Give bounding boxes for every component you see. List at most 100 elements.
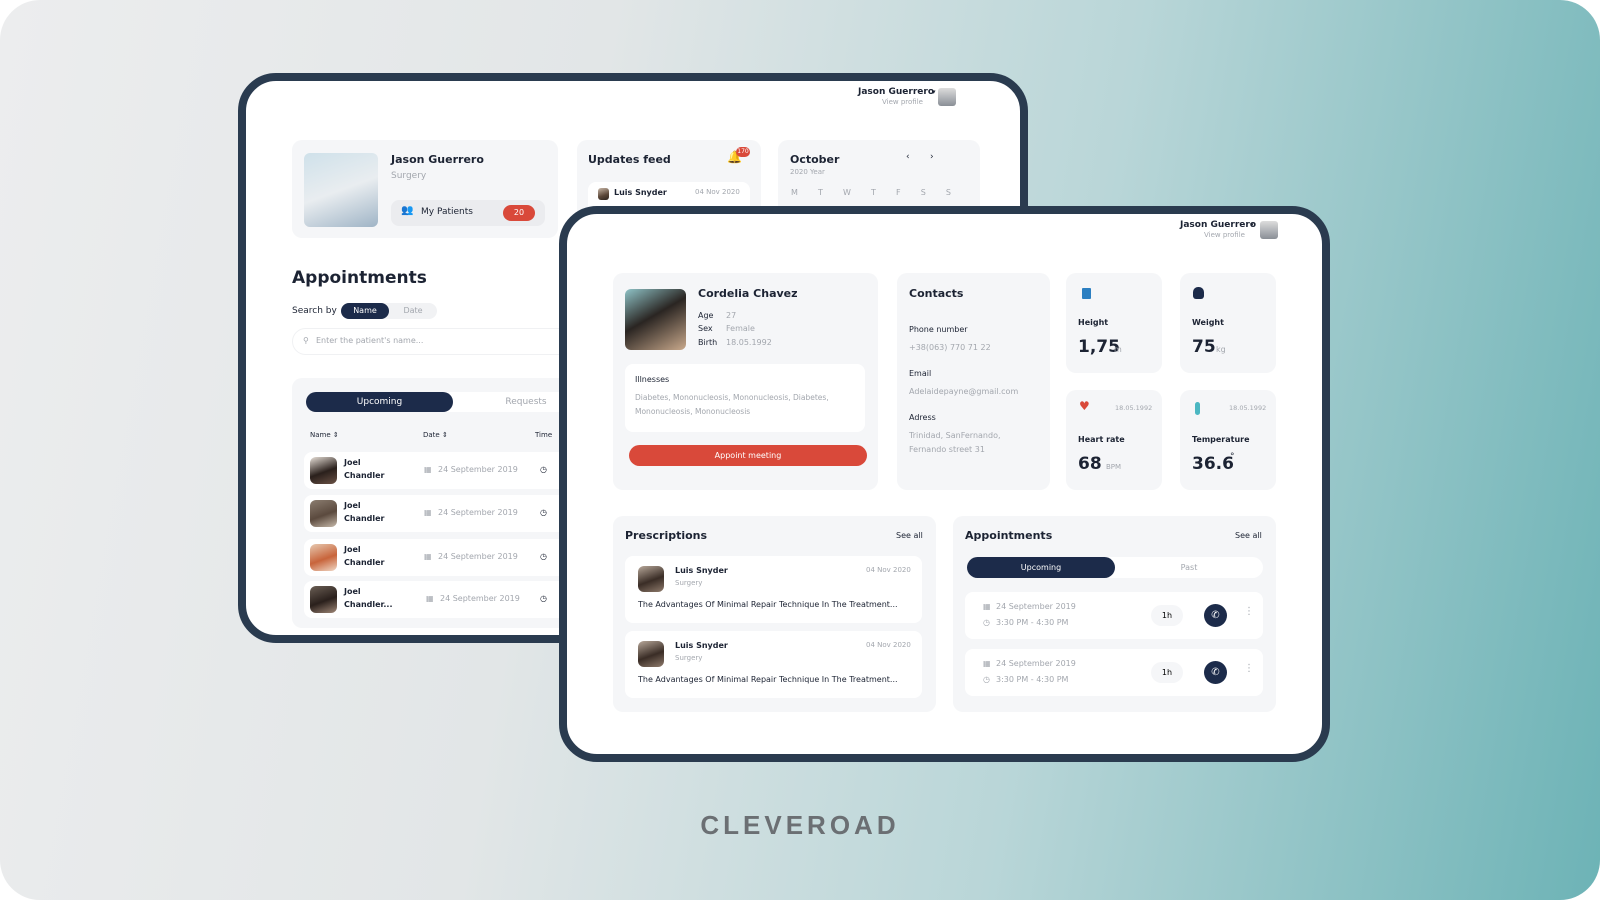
toggle-name[interactable]: Name xyxy=(341,303,389,319)
sex-value: Female xyxy=(726,324,755,333)
my-patients-button[interactable]: 👥 My Patients 20 xyxy=(391,200,545,226)
age-label: Age xyxy=(698,311,714,320)
height-unit: m xyxy=(1114,345,1122,354)
appointments-heading: Appointments xyxy=(292,268,427,288)
thermometer-icon xyxy=(1195,402,1200,415)
appointments-table-panel: Upcoming Requests Name ⇕ Date ⇕ Time Joe… xyxy=(292,378,604,628)
doctor-avatar xyxy=(638,566,664,592)
contacts-card: Contacts Phone number +38(063) 770 71 22… xyxy=(897,273,1050,490)
calendar-icon: ▦ xyxy=(424,552,432,561)
phone-call-button[interactable]: ✆ xyxy=(1204,604,1227,627)
birth-label: Birth xyxy=(698,338,718,347)
heart-icon: ♥ xyxy=(1079,399,1090,413)
user-name[interactable]: Jason Guerrero xyxy=(858,87,934,97)
column-date[interactable]: Date ⇕ xyxy=(423,431,448,439)
clock-icon: ◷ xyxy=(983,675,990,684)
notification-badge: 170 xyxy=(736,147,750,157)
patient-last-name: Chandler xyxy=(344,514,385,523)
weekday: W xyxy=(842,188,851,197)
patient-avatar xyxy=(310,500,337,527)
clock-icon: ◷ xyxy=(540,508,547,517)
phone-value: +38(063) 770 71 22 xyxy=(909,343,991,352)
user-icon: ⚲ xyxy=(303,336,309,345)
patient-avatar xyxy=(310,586,337,613)
my-patients-label: My Patients xyxy=(421,207,473,217)
patient-first-name: Joel xyxy=(344,501,361,510)
tab-upcoming[interactable]: Upcoming xyxy=(967,557,1115,578)
tab-bar: Upcoming Past xyxy=(967,557,1263,578)
cleveroad-logo: CLEVEROAD xyxy=(700,810,900,840)
weight-icon xyxy=(1193,287,1204,299)
view-profile-link[interactable]: View profile xyxy=(1204,231,1245,239)
calendar-icon: ▦ xyxy=(424,465,432,474)
updates-title: Updates feed xyxy=(588,153,671,166)
feed-item-date: 04 Nov 2020 xyxy=(695,188,740,196)
column-name[interactable]: Name ⇕ xyxy=(310,431,339,439)
weight-unit: kg xyxy=(1216,345,1226,354)
temp-label: Temperature xyxy=(1192,435,1250,444)
temp-date: 18.05.1992 xyxy=(1229,404,1267,412)
weight-card: Weight 75 kg xyxy=(1180,273,1276,373)
prescription-item[interactable]: Luis Snyder Surgery 04 Nov 2020 The Adva… xyxy=(625,556,922,623)
phone-call-button[interactable]: ✆ xyxy=(1204,661,1227,684)
see-all-link[interactable]: See all xyxy=(896,531,923,540)
appointment-time: 3:30 PM - 4:30 PM xyxy=(996,618,1069,627)
prescriptions-card: Prescriptions See all Luis Snyder Surger… xyxy=(613,516,936,712)
dropdown-icon[interactable]: ▾ xyxy=(1250,221,1254,229)
appointment-item[interactable]: ▦ 24 September 2019 ◷ 3:30 PM - 4:30 PM … xyxy=(965,592,1263,639)
appointment-date: 24 September 2019 xyxy=(438,508,518,517)
prev-month-icon[interactable]: ‹ xyxy=(906,152,910,162)
dropdown-icon[interactable]: ▾ xyxy=(932,88,936,96)
weekday: T xyxy=(818,188,823,197)
doctor-name: Jason Guerrero xyxy=(391,153,484,166)
prescription-date: 04 Nov 2020 xyxy=(866,566,911,574)
search-placeholder: Enter the patient's name... xyxy=(316,336,424,345)
weekday: F xyxy=(895,188,901,197)
more-options-icon[interactable]: ⋮ xyxy=(1244,606,1254,617)
prescription-item[interactable]: Luis Snyder Surgery 04 Nov 2020 The Adva… xyxy=(625,631,922,698)
view-profile-link[interactable]: View profile xyxy=(882,98,923,106)
sex-label: Sex xyxy=(698,324,713,333)
temperature-card: 18.05.1992 Temperature 36.6 ° xyxy=(1180,390,1276,490)
more-options-icon[interactable]: ⋮ xyxy=(1244,663,1254,674)
column-time[interactable]: Time xyxy=(535,431,552,439)
prescription-text: The Advantages Of Minimal Repair Techniq… xyxy=(638,600,898,609)
email-label: Email xyxy=(909,369,932,378)
appointment-date: 24 September 2019 xyxy=(996,602,1076,611)
patient-last-name: Chandler xyxy=(344,471,385,480)
clock-icon: ◷ xyxy=(540,552,547,561)
user-name[interactable]: Jason Guerrero xyxy=(1180,220,1256,230)
avatar[interactable] xyxy=(1260,221,1278,239)
appointment-date: 24 September 2019 xyxy=(996,659,1076,668)
calendar-icon: ▦ xyxy=(426,594,434,603)
weekday: M xyxy=(791,188,798,197)
calendar-icon: ▦ xyxy=(983,659,991,668)
email-value: Adelaidepayne@gmail.com xyxy=(909,387,1019,396)
doctor-card: Jason Guerrero Surgery 👥 My Patients 20 xyxy=(292,140,558,238)
patient-first-name: Joel xyxy=(344,545,361,554)
heart-rate-card: ♥ 18.05.1992 Heart rate 68 BPM xyxy=(1066,390,1162,490)
feed-item-name: Luis Snyder xyxy=(614,188,667,197)
doctor-specialty: Surgery xyxy=(675,654,703,662)
tab-past[interactable]: Past xyxy=(1115,557,1263,578)
next-month-icon[interactable]: › xyxy=(930,152,934,162)
patients-count-badge: 20 xyxy=(503,205,535,221)
tab-requests[interactable]: Requests xyxy=(496,392,556,412)
prescription-date: 04 Nov 2020 xyxy=(866,641,911,649)
doctor-name: Luis Snyder xyxy=(675,566,728,575)
patient-avatar xyxy=(310,457,337,484)
see-all-link[interactable]: See all xyxy=(1235,531,1262,540)
avatar[interactable] xyxy=(938,88,956,106)
appoint-meeting-button[interactable]: Appoint meeting xyxy=(629,445,867,466)
patient-first-name: Joel xyxy=(344,458,361,467)
patient-card: Cordelia Chavez Age 27 Sex Female Birth … xyxy=(613,273,878,490)
patient-search-input[interactable]: ⚲ Enter the patient's name... xyxy=(292,328,582,355)
appointment-date: 24 September 2019 xyxy=(440,594,520,603)
appointment-item[interactable]: ▦ 24 September 2019 ◷ 3:30 PM - 4:30 PM … xyxy=(965,649,1263,696)
toggle-date[interactable]: Date xyxy=(389,303,437,319)
appointment-date: 24 September 2019 xyxy=(438,552,518,561)
tab-upcoming[interactable]: Upcoming xyxy=(306,392,453,412)
duration-badge: 1h xyxy=(1151,605,1183,626)
height-label: Height xyxy=(1078,318,1109,327)
appointments-title: Appointments xyxy=(965,529,1053,542)
